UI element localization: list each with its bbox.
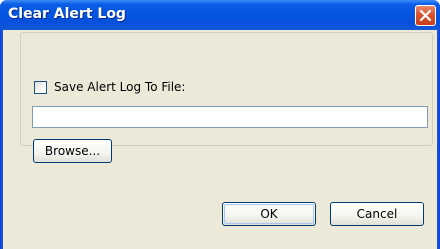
cancel-button[interactable]: Cancel xyxy=(330,202,424,226)
close-icon xyxy=(419,9,432,22)
save-to-file-option[interactable]: Save Alert Log To File: xyxy=(34,79,185,95)
close-button[interactable] xyxy=(415,5,436,26)
save-to-file-label[interactable]: Save Alert Log To File: xyxy=(54,80,185,94)
dialog-title: Clear Alert Log xyxy=(8,6,126,22)
ok-button[interactable]: OK xyxy=(222,202,316,226)
file-path-input[interactable] xyxy=(32,106,428,128)
browse-button[interactable]: Browse... xyxy=(33,139,112,163)
title-bar[interactable]: Clear Alert Log xyxy=(0,0,440,30)
save-to-file-checkbox[interactable] xyxy=(34,80,47,94)
